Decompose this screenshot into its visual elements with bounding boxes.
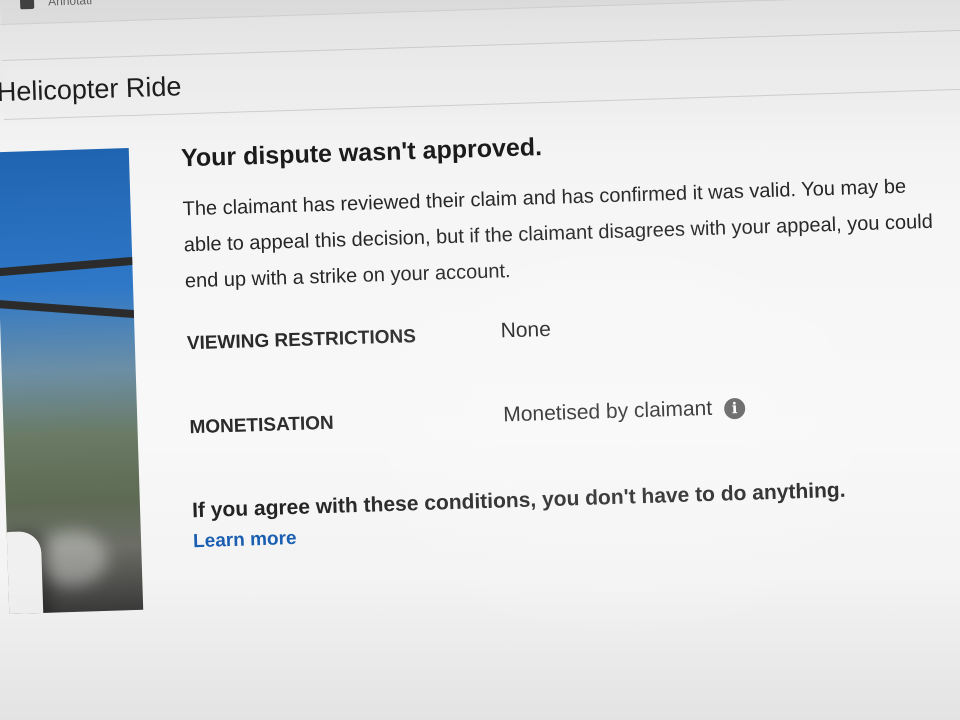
comment-icon[interactable]: [19, 0, 35, 10]
monetisation-value-text: Monetised by claimant: [502, 396, 713, 427]
top-toolbar: Annotati: [0, 0, 960, 25]
viewing-restrictions-value-text: None: [500, 317, 552, 343]
claim-details: VIEWING RESTRICTIONS None MONETISATION M…: [186, 301, 951, 493]
annotations-tab-label[interactable]: Annotati: [48, 0, 92, 8]
video-title-bar: Helicopter Ride: [0, 29, 960, 120]
monetisation-label: MONETISATION: [189, 412, 335, 439]
helicopter-body: [0, 530, 45, 615]
learn-more-link[interactable]: Learn more: [193, 528, 297, 553]
viewing-restrictions-label: VIEWING RESTRICTIONS: [186, 326, 417, 355]
viewing-restrictions-value: None: [500, 318, 551, 344]
rotor-blade: [0, 253, 144, 277]
dispute-description: The claimant has reviewed their claim an…: [182, 175, 934, 293]
monetisation-value: Monetised by claimant i: [503, 396, 746, 428]
page-content: Annotati Helicopter Ride Your dispute wa…: [0, 0, 960, 720]
rotor-blade: [0, 300, 144, 321]
dispute-panel: Your dispute wasn't approved. The claima…: [181, 121, 953, 554]
screen: Annotati Helicopter Ride Your dispute wa…: [0, 0, 960, 720]
video-title: Helicopter Ride: [0, 71, 182, 108]
lens-glare: [36, 528, 109, 588]
info-icon[interactable]: i: [723, 397, 746, 419]
dispute-headline: Your dispute wasn't approved.: [180, 133, 543, 173]
video-thumbnail[interactable]: [0, 148, 144, 615]
